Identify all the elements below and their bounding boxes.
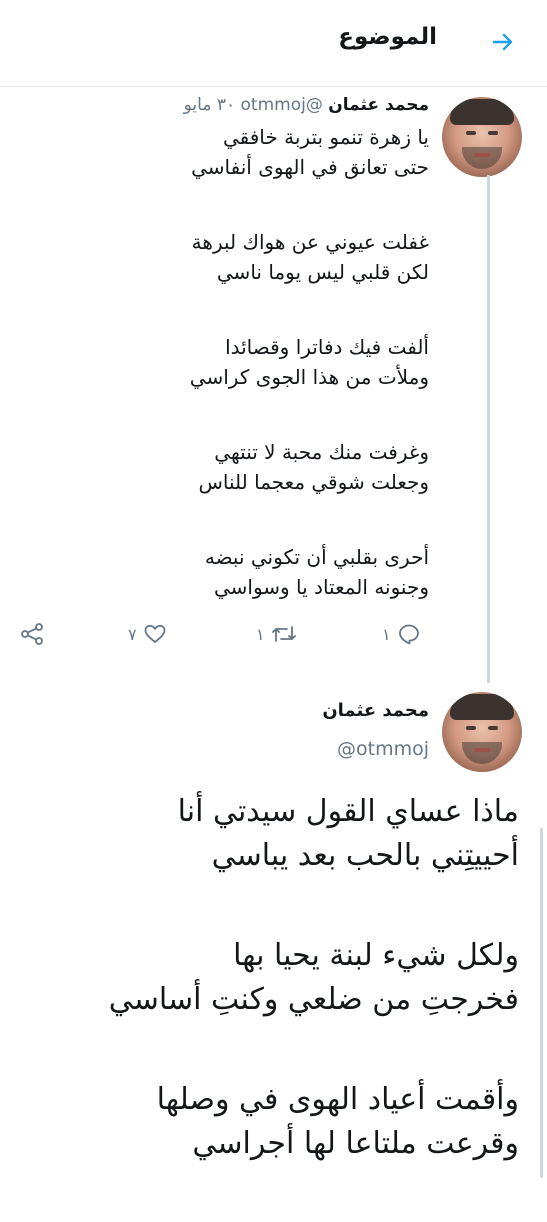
poem-line: أحييتِني بالحب بعد يباسي [211, 838, 519, 873]
poem-line: حتى تعانق في الهوى أنفاسي [191, 155, 429, 179]
arrow-right-icon [492, 33, 513, 51]
share-button[interactable] [20, 622, 44, 646]
heart-icon [144, 624, 165, 643]
like-button[interactable]: ٧ [128, 622, 167, 646]
avatar[interactable] [442, 97, 522, 177]
back-button[interactable] [487, 26, 519, 58]
retweet-count: ١ [256, 624, 265, 644]
author-handle[interactable]: @otmmoj [337, 738, 429, 760]
poem-line: وأقمت أعياد الهوى في وصلها [156, 1082, 519, 1117]
author-handle[interactable]: @otmmoj [241, 95, 323, 115]
poem-stanza: ولكل شيء لبنة يحيا بها فخرجتِ من ضلعي وك… [19, 934, 519, 1022]
poem-stanza: ألفت فيك دفاترا وقصائدا وملأت من هذا الج… [9, 332, 429, 392]
retweet-button[interactable]: ١ [256, 622, 297, 646]
poem-line: فخرجتِ من ضلعي وكنتِ أساسي [108, 982, 519, 1017]
poem-line: غفلت عيوني عن هواك لبرهة [191, 230, 429, 254]
page-title: الموضوع [338, 24, 437, 50]
scrollbar[interactable] [540, 828, 543, 1178]
share-icon [21, 623, 43, 645]
top-bar: الموضوع [0, 0, 547, 87]
reply-button[interactable]: ١ [382, 622, 421, 646]
poem-line: يا زهرة تنمو بتربة خافقي [222, 125, 429, 149]
poem-line: لكن قلبي ليس يوما ناسي [216, 260, 429, 284]
tweet-date[interactable]: ٣٠ مايو [184, 95, 235, 115]
poem-stanza: وأقمت أعياد الهوى في وصلها وقرعت ملتاعا … [19, 1078, 519, 1166]
like-count: ٧ [128, 624, 137, 644]
poem-line: ألفت فيك دفاترا وقصائدا [225, 335, 429, 359]
poem-line: ماذا عساي القول سيدتي أنا [177, 794, 519, 829]
poem-line: ولكل شيء لبنة يحيا بها [233, 938, 519, 973]
tweet-header: محمد عثمان @otmmoj ٣٠ مايو [184, 95, 429, 115]
avatar[interactable] [442, 692, 522, 772]
poem-line: وغرفت منك محبة لا تنتهي [214, 440, 429, 464]
poem-stanza: أحرى بقلبي أن تكوني نبضه وجنونه المعتاد … [9, 542, 429, 602]
retweet-icon [271, 626, 296, 642]
poem-line: وجعلت شوقي معجما للناس [198, 470, 429, 494]
author-name[interactable]: محمد عثمان [322, 700, 429, 721]
poem-line: وقرعت ملتاعا لها أجراسي [192, 1126, 519, 1161]
tweet-text: يا زهرة تنمو بتربة خافقي حتى تعانق في ال… [9, 122, 429, 647]
thread-connector-line [487, 175, 490, 683]
reply-count: ١ [382, 624, 391, 644]
reply-icon [398, 624, 419, 645]
poem-stanza: ماذا عساي القول سيدتي أنا أحييتِني بالحب… [19, 790, 519, 878]
poem-line: وجنونه المعتاد يا وسواسي [213, 575, 429, 599]
poem-stanza: وغرفت منك محبة لا تنتهي وجعلت شوقي معجما… [9, 437, 429, 497]
tweet-text: ماذا عساي القول سيدتي أنا أحييتِني بالحب… [19, 790, 519, 1222]
tweet-actions: ٧ ١ ١ [20, 622, 440, 656]
poem-stanza: يا زهرة تنمو بتربة خافقي حتى تعانق في ال… [9, 122, 429, 182]
poem-line: وملأت من هذا الجوى كراسي [189, 365, 429, 389]
poem-stanza: غفلت عيوني عن هواك لبرهة لكن قلبي ليس يو… [9, 227, 429, 287]
author-name[interactable]: محمد عثمان [328, 95, 429, 115]
poem-line: أحرى بقلبي أن تكوني نبضه [204, 545, 429, 569]
